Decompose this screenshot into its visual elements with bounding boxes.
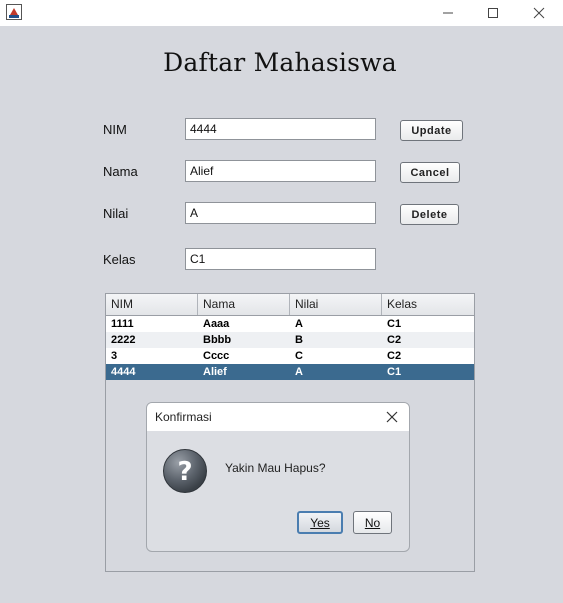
table-row-selected[interactable]: 4444 Alief A C1 bbox=[106, 364, 474, 380]
table-row[interactable]: 3 Cccc C C2 bbox=[106, 348, 474, 364]
table-row[interactable]: 2222 Bbbb B C2 bbox=[106, 332, 474, 348]
kelas-label: Kelas bbox=[103, 252, 136, 267]
nama-field[interactable] bbox=[185, 160, 376, 182]
yes-button[interactable]: Yes bbox=[297, 511, 343, 534]
cell-nama: Alief bbox=[203, 366, 227, 378]
dialog-title: Konfirmasi bbox=[155, 410, 212, 424]
cell-kelas: C1 bbox=[387, 318, 402, 330]
maximize-icon bbox=[488, 8, 498, 18]
cancel-button[interactable]: Cancel bbox=[400, 162, 460, 183]
nilai-label: Nilai bbox=[103, 206, 129, 221]
cell-nilai: A bbox=[295, 318, 303, 330]
kelas-field[interactable] bbox=[185, 248, 376, 270]
cell-kelas: C1 bbox=[387, 366, 402, 378]
table-row[interactable]: 1111 Aaaa A C1 bbox=[106, 316, 474, 332]
dialog-message: Yakin Mau Hapus? bbox=[225, 461, 326, 475]
column-header-nama[interactable]: Nama bbox=[198, 294, 290, 315]
java-app-icon bbox=[6, 4, 22, 20]
update-button[interactable]: Update bbox=[400, 120, 463, 141]
column-header-kelas[interactable]: Kelas bbox=[382, 294, 474, 315]
delete-button[interactable]: Delete bbox=[400, 204, 459, 225]
cell-nilai: A bbox=[295, 366, 303, 378]
close-icon bbox=[386, 411, 398, 423]
close-icon bbox=[533, 7, 545, 19]
column-header-nilai[interactable]: Nilai bbox=[290, 294, 382, 315]
minimize-button[interactable] bbox=[425, 0, 471, 26]
cell-nama: Bbbb bbox=[203, 334, 232, 346]
app-window: Daftar Mahasiswa NIM Nama Nilai Kelas Up… bbox=[0, 0, 563, 603]
cell-nilai: C bbox=[295, 350, 303, 362]
cell-nim: 4444 bbox=[111, 366, 136, 378]
confirm-dialog: Konfirmasi ? Yakin Mau Hapus? Yes No bbox=[146, 402, 410, 552]
cell-kelas: C2 bbox=[387, 334, 402, 346]
title-bar[interactable] bbox=[0, 0, 563, 26]
nilai-field[interactable] bbox=[185, 202, 376, 224]
cell-nim: 3 bbox=[111, 350, 118, 362]
no-button[interactable]: No bbox=[353, 511, 392, 534]
minimize-icon bbox=[443, 12, 453, 14]
nim-field[interactable] bbox=[185, 118, 376, 140]
column-header-nim[interactable]: NIM bbox=[106, 294, 198, 315]
cell-nama: Aaaa bbox=[203, 318, 230, 330]
svg-text:?: ? bbox=[177, 457, 192, 487]
maximize-button[interactable] bbox=[470, 0, 516, 26]
close-window-button[interactable] bbox=[516, 0, 562, 26]
table-header: NIM Nama Nilai Kelas bbox=[106, 294, 474, 316]
dialog-close-button[interactable] bbox=[381, 407, 403, 427]
page-title: Daftar Mahasiswa bbox=[163, 48, 397, 77]
cell-nama: Cccc bbox=[203, 350, 230, 362]
nama-label: Nama bbox=[103, 164, 138, 179]
question-icon: ? bbox=[163, 449, 207, 493]
cell-nilai: B bbox=[295, 334, 303, 346]
cell-kelas: C2 bbox=[387, 350, 402, 362]
nim-label: NIM bbox=[103, 122, 127, 137]
cell-nim: 2222 bbox=[111, 334, 136, 346]
dialog-title-bar[interactable]: Konfirmasi bbox=[147, 403, 409, 431]
cell-nim: 1111 bbox=[111, 318, 134, 330]
